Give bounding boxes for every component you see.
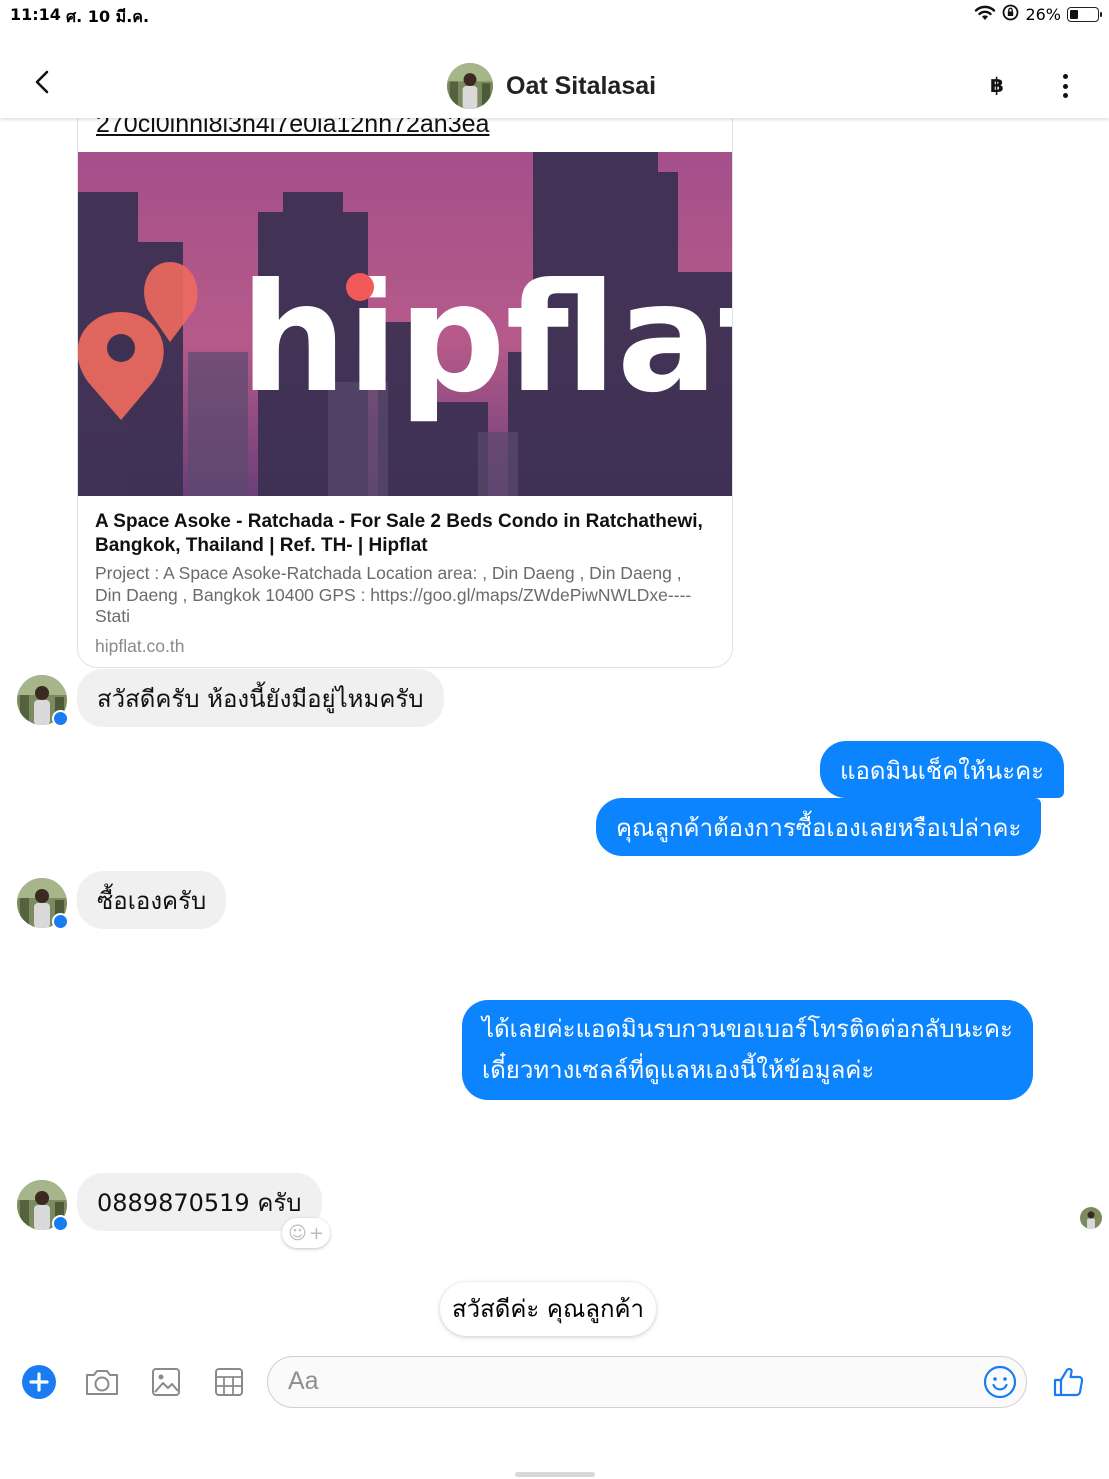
battery-percent: 26%	[1025, 5, 1061, 24]
link-description: Project : A Space Asoke-Ratchada Locatio…	[95, 563, 692, 626]
battery-tip	[1100, 12, 1102, 17]
grid-icon	[215, 1368, 243, 1396]
messenger-badge-icon	[52, 710, 69, 727]
sender-avatar[interactable]	[17, 1180, 69, 1232]
messenger-badge-icon	[52, 913, 69, 930]
image-icon	[152, 1368, 180, 1396]
incoming-message[interactable]: สวัสดีครับ ห้องนี้ยังมีอยู่ไหมครับ	[77, 669, 444, 727]
incoming-message[interactable]: ซื้อเองครับ	[77, 871, 227, 929]
sender-avatar[interactable]	[17, 675, 69, 727]
link-preview-card[interactable]: 270cl0ihni8i3n4i7e0ia12nh72an3ea hipfla …	[77, 100, 733, 668]
brand-wordmark: hipflat	[240, 252, 732, 426]
link-title[interactable]: A Space Asoke - Ratchada - For Sale 2 Be…	[95, 510, 715, 558]
like-button[interactable]	[1049, 1362, 1089, 1402]
status-date: ศ. 10 มี.ค.	[66, 7, 150, 26]
outgoing-message[interactable]: คุณลูกค้าต้องการซื้อเองเลยหรือเปล่าคะ	[596, 798, 1042, 856]
camera-icon	[86, 1370, 118, 1395]
wifi-icon	[974, 5, 996, 25]
plus-circle-icon	[22, 1365, 56, 1399]
status-right: 26%	[974, 4, 1102, 25]
gallery-button[interactable]	[146, 1362, 186, 1402]
more-vertical-icon	[1062, 74, 1068, 98]
seen-avatar	[1080, 1207, 1102, 1229]
link-preview-image[interactable]: hipflat	[78, 152, 732, 496]
payment-button[interactable]: ฿	[990, 73, 1004, 97]
message-line: ได้เลยค่ะแอดมินรบกวนขอเบอร์โทรติดต่อกลับ…	[482, 1015, 1013, 1043]
orientation-lock-icon	[1002, 4, 1019, 25]
outgoing-message[interactable]: แอดมินเช็คให้นะคะ	[820, 741, 1065, 798]
smiley-icon	[983, 1365, 1017, 1399]
messenger-badge-icon	[52, 1215, 69, 1232]
message-input-placeholder: Aa	[288, 1367, 319, 1395]
contact-name[interactable]: Oat Sitalasai	[506, 72, 656, 101]
chat-header: Oat Sitalasai ฿	[0, 40, 1109, 118]
back-button[interactable]	[22, 62, 62, 102]
plus-icon: +	[308, 1222, 324, 1244]
contact-info[interactable]: Oat Sitalasai	[447, 63, 656, 109]
home-indicator	[515, 1472, 595, 1477]
more-options-button[interactable]	[1058, 74, 1072, 98]
battery-icon	[1067, 7, 1102, 22]
thumbs-up-icon	[1053, 1367, 1084, 1397]
message-input[interactable]: Aa	[267, 1356, 1027, 1408]
message-composer: Aa	[0, 1345, 1109, 1425]
chevron-left-icon	[35, 70, 49, 94]
camera-button[interactable]	[82, 1362, 122, 1402]
status-bar: 11:14 ศ. 10 มี.ค. 26%	[0, 0, 1109, 30]
quick-reply-suggestion[interactable]: สวัสดีค่ะ คุณลูกค้า	[440, 1282, 657, 1336]
battery-level	[1070, 10, 1078, 19]
sticker-button[interactable]	[209, 1362, 249, 1402]
link-domain: hipflat.co.th	[95, 636, 185, 656]
outgoing-message[interactable]: ได้เลยค่ะแอดมินรบกวนขอเบอร์โทรติดต่อกลับ…	[462, 1000, 1033, 1100]
add-button[interactable]	[19, 1362, 59, 1402]
contact-avatar[interactable]	[447, 63, 493, 109]
add-reaction-button[interactable]: ☺ +	[282, 1218, 330, 1248]
message-line: เดี๋ยวทางเซลล์ที่ดูแลหเองนี้ให้ข้อมูลค่ะ	[482, 1056, 875, 1084]
status-time: 11:14	[10, 5, 61, 24]
emoji-button[interactable]	[982, 1364, 1018, 1400]
smiley-icon: ☺	[288, 1222, 307, 1244]
sender-avatar[interactable]	[17, 878, 69, 930]
